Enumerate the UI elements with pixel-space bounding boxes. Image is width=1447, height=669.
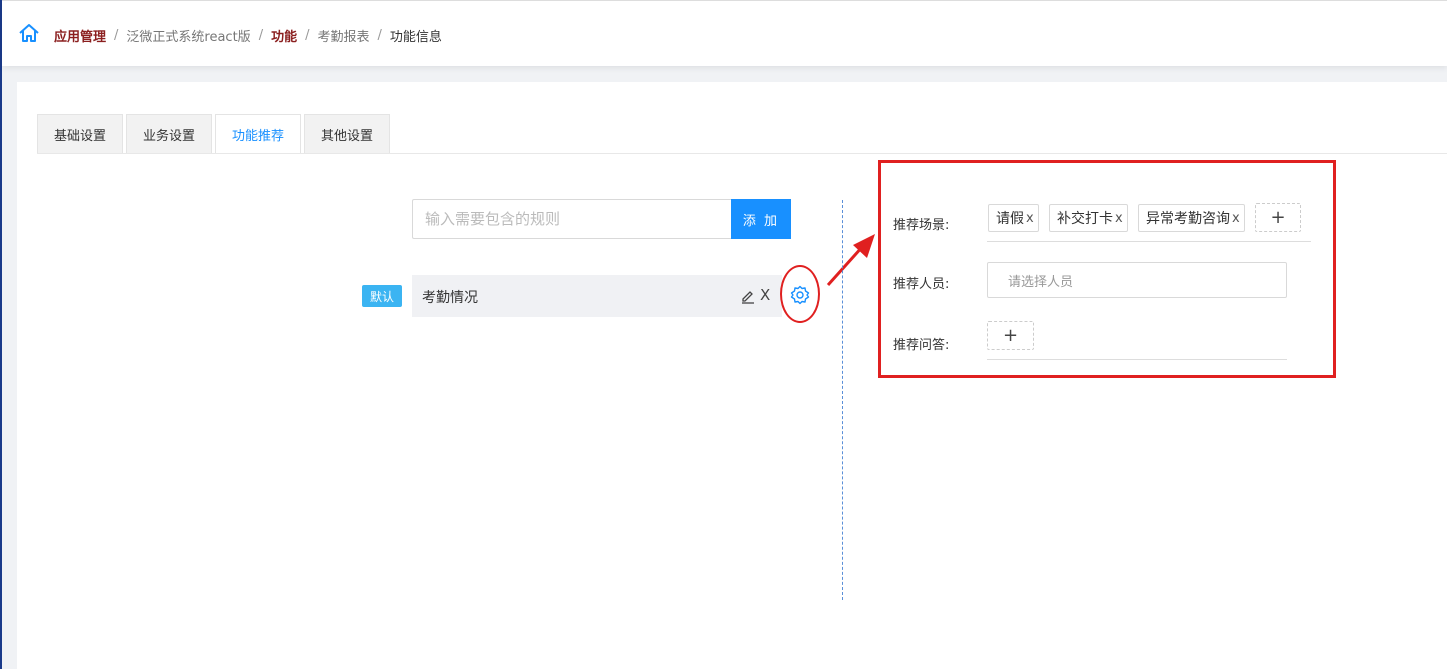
left-edge-accent (0, 0, 2, 669)
scene-tag-label: 异常考勤咨询 (1146, 211, 1230, 227)
home-icon[interactable] (18, 23, 40, 43)
person-label: 推荐人员: (893, 277, 950, 292)
breadcrumb-separator: / (114, 27, 119, 43)
top-bar: 应用管理 / 泛微正式系统react版 / 功能 / 考勤报表 / 功能信息 (2, 0, 1447, 66)
breadcrumb-item-function[interactable]: 功能 (271, 26, 297, 45)
tab-basic-settings[interactable]: 基础设置 (37, 114, 124, 154)
remove-tag-button[interactable]: x (1026, 211, 1034, 226)
breadcrumb-separator: / (377, 27, 382, 43)
delete-rule-button[interactable]: X (760, 286, 770, 304)
scene-tag-label: 请假 (996, 211, 1024, 227)
rule-input[interactable] (412, 199, 732, 239)
scene-label: 推荐场景: (893, 218, 950, 233)
breadcrumb-item-function-info: 功能信息 (389, 29, 442, 45)
add-qa-button[interactable]: + (987, 321, 1034, 350)
rule-name: 考勤情况 (422, 290, 478, 306)
tab-bar: 基础设置 业务设置 功能推荐 其他设置 (37, 114, 393, 154)
breadcrumb: 应用管理 / 泛微正式系统react版 / 功能 / 考勤报表 / 功能信息 (54, 25, 442, 45)
rule-list-item[interactable]: 考勤情况 X (412, 275, 782, 317)
gear-icon[interactable] (790, 285, 810, 305)
qa-underline (987, 359, 1287, 360)
vertical-divider (842, 200, 843, 600)
breadcrumb-item-attendance-report[interactable]: 考勤报表 (317, 26, 369, 45)
scene-tag: 请假 x (988, 204, 1039, 232)
main-content: 基础设置 业务设置 功能推荐 其他设置 添 加 默认 考勤情况 X 推荐场景: … (17, 82, 1447, 669)
scene-tag-label: 补交打卡 (1057, 211, 1113, 227)
default-badge: 默认 (362, 285, 402, 307)
add-button[interactable]: 添 加 (731, 199, 791, 239)
scene-underline (987, 241, 1311, 242)
breadcrumb-separator: / (258, 27, 264, 43)
breadcrumb-item-system[interactable]: 泛微正式系统react版 (126, 26, 250, 45)
remove-tag-button[interactable]: x (1115, 211, 1123, 226)
add-scene-button[interactable]: + (1255, 203, 1301, 232)
tab-function-recommend[interactable]: 功能推荐 (215, 114, 302, 154)
tab-divider (37, 153, 1447, 154)
qa-label: 推荐问答: (893, 338, 950, 353)
tab-business-settings[interactable]: 业务设置 (126, 114, 213, 154)
gear-highlight-circle (780, 265, 820, 323)
scene-tag: 异常考勤咨询 x (1138, 204, 1245, 232)
tab-other-settings[interactable]: 其他设置 (304, 114, 391, 154)
person-select[interactable]: 请选择人员 (987, 262, 1287, 298)
scene-tag: 补交打卡 x (1049, 204, 1128, 232)
recommend-settings-panel: 推荐场景: 请假 x 补交打卡 x 异常考勤咨询 x + 推荐人员: 请选择人员… (878, 160, 1336, 378)
edit-icon[interactable] (740, 288, 756, 304)
breadcrumb-item-app-management[interactable]: 应用管理 (54, 26, 106, 45)
remove-tag-button[interactable]: x (1232, 211, 1240, 226)
breadcrumb-separator: / (305, 27, 310, 43)
arrow-icon (826, 234, 875, 287)
